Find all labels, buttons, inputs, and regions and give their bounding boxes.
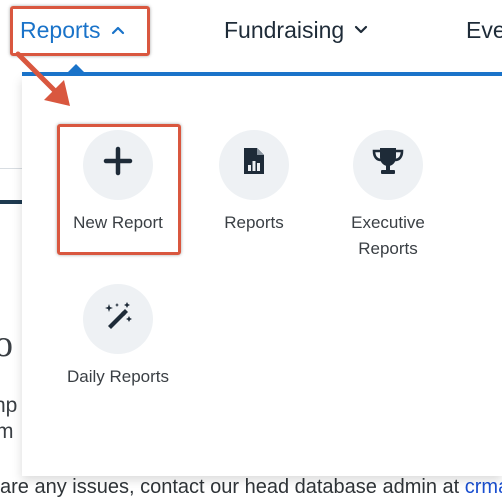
new-report-label: New Report xyxy=(73,213,163,232)
reports-icon-circle xyxy=(219,130,289,200)
nav-events-menu[interactable]: Eve xyxy=(466,0,502,60)
nav-events-label: Eve xyxy=(466,16,502,43)
background-bar xyxy=(0,200,22,204)
nav-fundraising-label: Fundraising xyxy=(224,16,345,43)
chevron-up-icon xyxy=(111,25,125,35)
reports-label: Reports xyxy=(224,213,284,232)
magic-wand-icon xyxy=(103,300,133,338)
chevron-down-icon xyxy=(354,25,368,35)
admin-email-link[interactable]: crma xyxy=(465,476,502,498)
executive-reports-label: Executive Reports xyxy=(351,213,425,258)
top-navigation: Reports Fundraising Eve xyxy=(0,0,502,72)
dropdown-accent-bar xyxy=(22,72,502,76)
nav-reports-menu[interactable]: Reports xyxy=(20,0,125,60)
nav-reports-label: Reports xyxy=(20,16,101,43)
daily-reports-icon-circle xyxy=(83,284,153,354)
background-text-fragment: m xyxy=(0,420,14,443)
nav-fundraising-menu[interactable]: Fundraising xyxy=(224,0,368,60)
report-document-icon xyxy=(242,146,266,184)
background-divider xyxy=(0,168,22,169)
reports-tile[interactable]: Reports xyxy=(194,130,314,236)
new-report-icon-circle xyxy=(83,130,153,200)
contact-admin-message: are any issues, contact our head databas… xyxy=(0,476,465,498)
trophy-icon xyxy=(371,146,405,184)
new-report-tile[interactable]: New Report xyxy=(58,130,178,236)
contact-admin-text: are any issues, contact our head databas… xyxy=(0,476,502,499)
executive-reports-icon-circle xyxy=(353,130,423,200)
background-text-fragment: o xyxy=(0,323,13,365)
executive-reports-tile[interactable]: Executive Reports xyxy=(328,130,448,262)
daily-reports-tile[interactable]: Daily Reports xyxy=(58,284,178,390)
daily-reports-label: Daily Reports xyxy=(66,367,170,386)
plus-icon xyxy=(103,146,133,184)
background-text-fragment: np xyxy=(0,394,18,417)
dropdown-caret xyxy=(68,64,84,72)
